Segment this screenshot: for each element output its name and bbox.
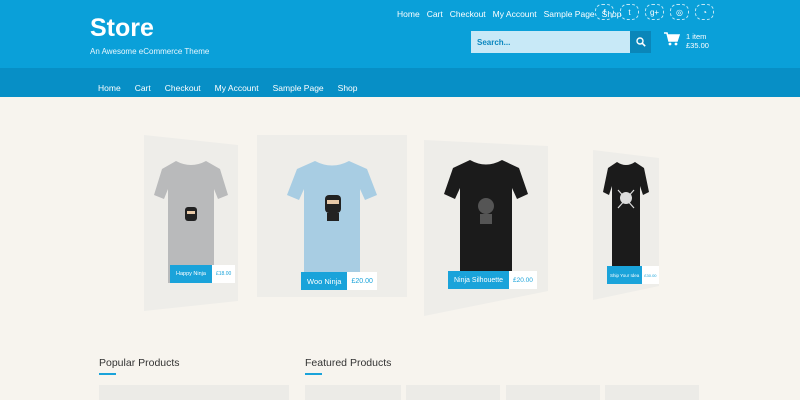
product-tag: Woo Ninja £20.00 (301, 272, 377, 290)
product-tag: Happy Ninja £18.00 (170, 265, 236, 283)
site-title[interactable]: Store (90, 14, 154, 43)
search-input[interactable] (471, 31, 630, 53)
product-name: Woo Ninja (301, 272, 348, 290)
product-card-happy-ninja[interactable]: Happy Ninja £18.00 (144, 135, 238, 311)
product-name: Happy Ninja (170, 265, 212, 283)
top-navigation: Home Cart Checkout My Account Sample Pag… (397, 9, 622, 19)
main-navigation: Home Cart Checkout My Account Sample Pag… (0, 68, 800, 97)
shopping-cart-icon (664, 32, 680, 46)
product-name: Ship Your Idea (607, 266, 643, 284)
featured-product-placeholder[interactable] (406, 385, 500, 400)
tshirt-image (444, 160, 528, 278)
product-tag: Ninja Silhouette £20.00 (448, 271, 537, 289)
tshirt-image (603, 162, 649, 266)
nav-shop[interactable]: Shop (338, 83, 358, 93)
header-cart[interactable]: 1 item £35.00 (664, 32, 709, 50)
search-icon (635, 37, 646, 47)
rss-icon[interactable]: ◔ (695, 4, 714, 20)
cart-total: £35.00 (686, 41, 709, 50)
product-price: £20.00 (347, 272, 377, 290)
product-name: Ninja Silhouette (448, 271, 510, 289)
tshirt-image (287, 161, 377, 273)
product-price: £20.00 (509, 271, 537, 289)
popular-product-placeholder[interactable] (99, 385, 289, 400)
featured-product-placeholder[interactable] (605, 385, 699, 400)
popular-products-heading: Popular Products (99, 357, 180, 369)
facebook-icon[interactable]: f (595, 4, 614, 20)
nav-cart[interactable]: Cart (135, 83, 151, 93)
top-nav-checkout[interactable]: Checkout (450, 9, 486, 19)
instagram-icon[interactable]: ◎ (670, 4, 689, 20)
twitter-icon[interactable]: t (620, 4, 639, 20)
product-card-ship-your-idea[interactable]: Ship Your Idea £30.00 (593, 150, 659, 300)
product-price: £30.00 (642, 266, 659, 284)
heading-underline (305, 373, 322, 375)
product-card-woo-ninja[interactable]: Woo Ninja £20.00 (257, 135, 407, 297)
site-tagline: An Awesome eCommerce Theme (90, 47, 210, 56)
cart-item-count: 1 item (686, 32, 707, 41)
google-plus-icon[interactable]: g+ (645, 4, 664, 20)
top-nav-cart[interactable]: Cart (427, 9, 443, 19)
search-form (471, 31, 651, 53)
featured-products-heading: Featured Products (305, 357, 392, 369)
heading-underline (99, 373, 116, 375)
top-nav-sample-page[interactable]: Sample Page (544, 9, 595, 19)
nav-sample-page[interactable]: Sample Page (273, 83, 324, 93)
social-links: f t g+ ◎ ◔ (595, 4, 714, 20)
site-header: Store An Awesome eCommerce Theme Home Ca… (0, 0, 800, 68)
nav-home[interactable]: Home (98, 83, 121, 93)
featured-product-placeholder[interactable] (506, 385, 600, 400)
top-nav-my-account[interactable]: My Account (493, 9, 537, 19)
top-nav-home[interactable]: Home (397, 9, 420, 19)
product-tag: Ship Your Idea £30.00 (607, 266, 659, 284)
product-carousel: Happy Ninja £18.00 Woo Ninja £20.00 Ninj… (0, 120, 800, 316)
search-button[interactable] (630, 31, 651, 53)
featured-product-placeholder[interactable] (305, 385, 401, 400)
product-price: £18.00 (211, 265, 236, 283)
product-card-ninja-silhouette[interactable]: Ninja Silhouette £20.00 (424, 140, 548, 316)
nav-my-account[interactable]: My Account (215, 83, 259, 93)
nav-checkout[interactable]: Checkout (165, 83, 201, 93)
